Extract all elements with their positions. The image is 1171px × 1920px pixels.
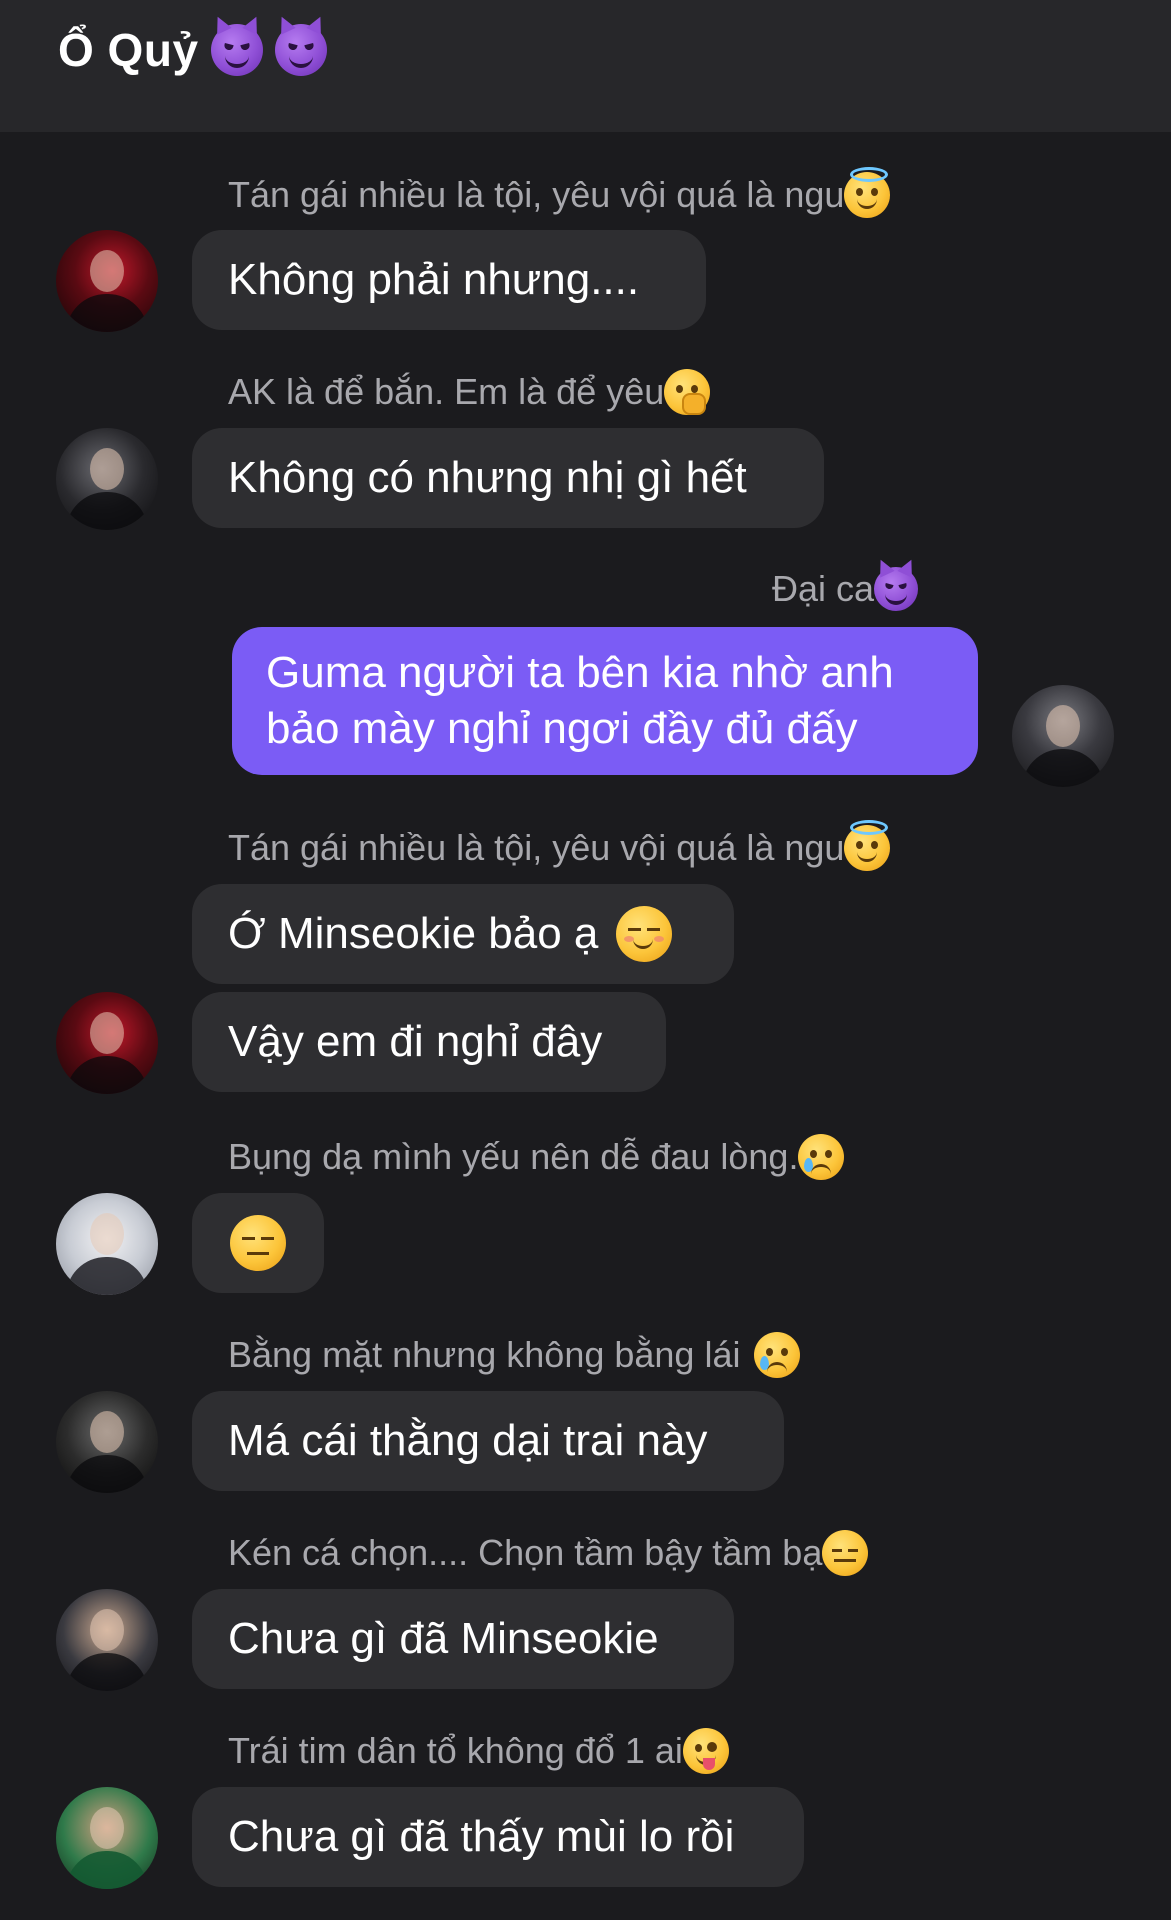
- group-name: Ổ Quỷ: [58, 24, 199, 76]
- emoji-message-bubble[interactable]: [192, 1193, 324, 1293]
- message-bubble[interactable]: Chưa gì đã Minseokie: [192, 1589, 734, 1689]
- zany-face-icon: [682, 1728, 729, 1774]
- hand-over-mouth-icon: [664, 369, 711, 415]
- message-bubble[interactable]: Không có nhưng nhị gì hết: [192, 428, 824, 528]
- sender-name: Tán gái nhiều là tội, yêu vội quá là ngu: [228, 820, 891, 872]
- chat-header: Ổ Quỷ: [0, 0, 1171, 132]
- message-bubble[interactable]: Chưa gì đã thấy mùi lo rồi: [192, 1787, 804, 1887]
- my-avatar[interactable]: [1012, 685, 1114, 787]
- message-bubble[interactable]: Không phải nhưng....: [192, 230, 706, 330]
- crying-face-icon: [754, 1332, 801, 1378]
- avatar[interactable]: [56, 992, 158, 1094]
- expressionless-face-icon: [822, 1530, 869, 1576]
- message-bubble[interactable]: Ớ Minseokie bảo ạ: [192, 884, 734, 984]
- avatar[interactable]: [56, 230, 158, 332]
- sender-name: Bụng dạ mình yếu nên dễ đau lòng.: [228, 1133, 845, 1181]
- halo-face-icon: [844, 820, 891, 871]
- sender-name: Đại ca: [772, 556, 919, 613]
- smiling-face-icon: [616, 906, 673, 962]
- avatar[interactable]: [56, 1589, 158, 1691]
- avatar[interactable]: [56, 428, 158, 530]
- halo-face-icon: [844, 167, 891, 218]
- group-title[interactable]: Ổ Quỷ: [58, 13, 328, 82]
- crying-face-icon: [798, 1134, 845, 1180]
- sender-name: Trái tim dân tổ không đổ 1 ai: [228, 1727, 729, 1775]
- smiling-devil-icon: [273, 13, 328, 76]
- message-bubble[interactable]: Vậy em đi nghỉ đây: [192, 992, 666, 1092]
- sender-name: Kén cá chọn.... Chọn tầm bậy tầm bạ: [228, 1529, 869, 1577]
- my-message-bubble[interactable]: Guma người ta bên kia nhờ anh bảo mày ng…: [232, 627, 978, 775]
- message-bubble[interactable]: Má cái thằng dại trai này: [192, 1391, 784, 1491]
- sender-name: Tán gái nhiều là tội, yêu vội quá là ngu: [228, 167, 891, 219]
- sender-name: AK là để bắn. Em là để yêu: [228, 368, 711, 416]
- smiling-devil-icon: [209, 13, 264, 76]
- sender-name: Bằng mặt nhưng không bằng lái: [228, 1331, 801, 1379]
- unamused-face-icon: [230, 1215, 286, 1271]
- avatar[interactable]: [56, 1193, 158, 1295]
- avatar[interactable]: [56, 1391, 158, 1493]
- avatar[interactable]: [56, 1787, 158, 1889]
- smiling-devil-icon: [873, 556, 919, 611]
